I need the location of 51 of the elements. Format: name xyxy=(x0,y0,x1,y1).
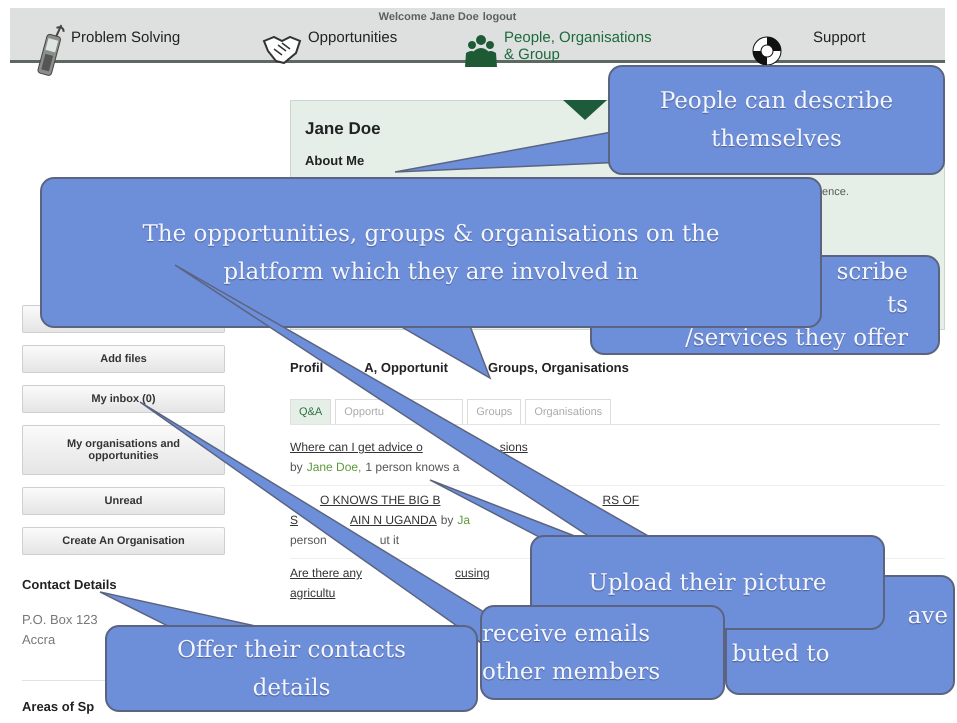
profile-name: Jane Doe xyxy=(305,119,381,139)
contact-heading: Contact Details xyxy=(22,577,117,592)
callout-text: People can describe xyxy=(660,87,894,116)
question-link[interactable]: cusing xyxy=(455,563,490,583)
question-link[interactable]: AIN N UGANDA xyxy=(350,510,437,530)
nav-link[interactable]: People, Organisations xyxy=(504,29,652,46)
callout-text: other members xyxy=(482,658,660,686)
sidebar-button[interactable]: Unread xyxy=(22,487,225,515)
sidebar-button[interactable]: My organisations and opportunities xyxy=(22,425,225,475)
question-link[interactable]: agricultu xyxy=(290,583,336,603)
about-text: ence. xyxy=(822,186,849,198)
logout-link[interactable]: logout xyxy=(482,11,516,23)
section-heading: Groups, Organisations xyxy=(488,360,629,375)
callout-text: /services they offer xyxy=(685,324,908,352)
callout-text: receive emails xyxy=(482,620,650,648)
section-heading: A, Opportunit xyxy=(364,360,448,375)
question-link[interactable]: Are there any xyxy=(290,563,362,583)
question-link[interactable]: S xyxy=(290,510,298,530)
callout-text: Upload their picture xyxy=(588,568,826,598)
sidebar-button[interactable]: My inbox (0) xyxy=(22,385,225,413)
question-meta: 1 person knows a xyxy=(365,459,460,476)
section-heading: Profil xyxy=(290,360,324,375)
question-meta: by xyxy=(440,512,454,529)
question-link[interactable]: O KNOWS THE BIG B xyxy=(320,490,440,510)
callout-text: ts xyxy=(886,290,908,320)
sidebar-button[interactable]: Add files xyxy=(22,345,225,373)
about-heading: About Me xyxy=(305,153,364,168)
question-meta: ut it xyxy=(380,532,400,549)
sidebar-button[interactable]: Create An Organisation xyxy=(22,527,225,555)
callout-text: ave xyxy=(908,602,948,631)
callout-text: Offer their contacts xyxy=(177,636,406,664)
callout-text: scribe xyxy=(836,258,908,286)
address-line: P.O. Box 123 xyxy=(22,611,98,629)
question-meta: person xyxy=(290,532,327,549)
section-heading: Areas of Sp xyxy=(22,699,94,714)
nav-link[interactable]: Support xyxy=(813,29,866,46)
nav-link[interactable]: Problem Solving xyxy=(71,29,180,46)
nav-link[interactable]: & Group xyxy=(504,46,652,63)
callout-text: platform which they are involved in xyxy=(223,258,639,287)
nav-link[interactable]: Opportunities xyxy=(308,29,398,46)
callout-text: The opportunities, groups & organisations on the xyxy=(142,220,720,249)
callout-text: details xyxy=(252,674,330,702)
callout-text: buted to xyxy=(732,640,830,669)
welcome-text: Welcome Jane Doe xyxy=(378,11,479,23)
question-link[interactable]: sions xyxy=(500,437,528,457)
question-meta: by xyxy=(290,459,303,476)
callout-text: themselves xyxy=(711,125,842,154)
question-link[interactable]: RS OF xyxy=(602,490,640,510)
question-link[interactable]: Where can I get advice o xyxy=(290,437,423,457)
address-line: Accra xyxy=(22,631,56,649)
tab[interactable]: Q&A xyxy=(290,399,332,424)
